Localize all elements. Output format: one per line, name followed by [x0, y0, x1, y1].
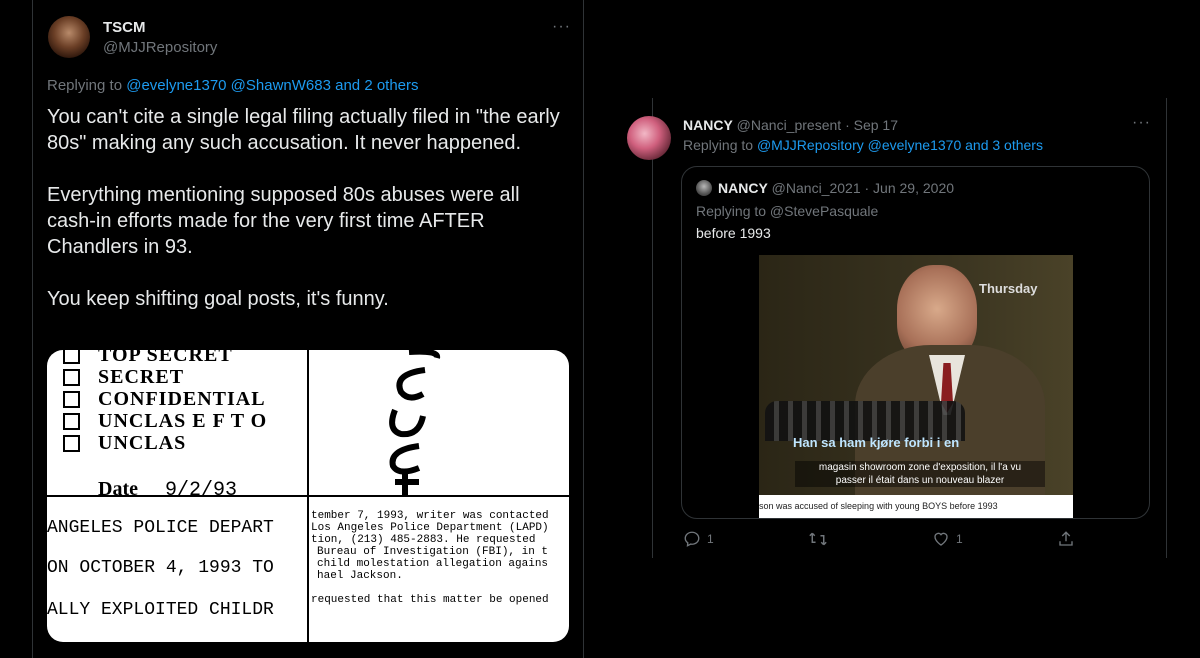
tweet-paragraph: You keep shifting goal posts, it's funny…	[47, 288, 389, 310]
date-value: 9/2/93	[164, 479, 237, 502]
retweet-button[interactable]	[808, 530, 828, 551]
quoted-date: · Jun 29, 2020	[864, 180, 955, 196]
ellipsis-icon[interactable]: ···	[552, 18, 571, 36]
video-caption-top: Han sa ham kjøre forbi i en	[793, 435, 960, 450]
quoted-author-name: NANCY	[718, 180, 768, 196]
tweet-paragraph: Everything mentioning supposed 80s abuse…	[47, 184, 520, 258]
handwritten-mark	[389, 350, 441, 495]
quoted-text: before 1993	[696, 225, 771, 241]
thread-line	[652, 98, 653, 558]
report-line: hael Jackson.	[317, 570, 403, 582]
share-button[interactable]	[1057, 530, 1075, 551]
tweet-text: You can't cite a single legal filing act…	[47, 104, 567, 338]
quoted-avatar	[696, 180, 712, 196]
classification-checkboxes: TOP SECRET SECRET CONFIDENTIAL UNCLAS E …	[63, 350, 267, 454]
subtitle-line: magasin showroom zone d'exposition, il l…	[818, 462, 1022, 473]
video-subtitle: magasin showroom zone d'exposition, il l…	[795, 461, 1045, 487]
report-line: requested that this matter be opened	[311, 594, 549, 606]
column-border-middle	[583, 0, 584, 658]
checkbox-label: SECRET	[98, 365, 185, 388]
avatar[interactable]	[627, 116, 671, 160]
replying-users-link[interactable]: @evelyne1370 @ShawnW683 and 2 others	[126, 77, 418, 94]
author-name[interactable]: TSCM	[103, 19, 146, 36]
checkbox-row: UNCLAS E F T O	[63, 410, 267, 432]
report-line: Los Angeles Police Department (LAPD)	[311, 522, 549, 534]
report-line: child molestation allegation agains	[317, 558, 549, 570]
author-name[interactable]: NANCY	[683, 117, 733, 133]
replying-prefix: Replying to	[683, 137, 757, 153]
like-count: 1	[956, 532, 963, 546]
checkbox-label: TOP SECRET	[98, 350, 233, 366]
report-line: tion, (213) 485-2883. He requested	[311, 534, 536, 546]
author-line: NANCY @Nanci_present · Sep 17	[683, 117, 898, 133]
quoted-replying-to: Replying to @StevePasquale	[696, 203, 879, 219]
subtitle-line: passer il était dans un nouveau blazer	[835, 475, 1005, 486]
report-line: tember 7, 1993, writer was contacted	[311, 510, 549, 522]
ellipsis-icon[interactable]: ···	[1132, 114, 1151, 132]
checkbox-label: CONFIDENTIAL	[98, 387, 266, 410]
replying-users-link[interactable]: @MJJRepository @evelyne1370 and 3 others	[757, 137, 1043, 153]
checkbox-label: UNCLAS E F T O	[98, 409, 268, 432]
like-button[interactable]: 1	[932, 530, 963, 548]
action-bar: 1 1	[683, 530, 1083, 550]
author-handle[interactable]: @MJJRepository	[103, 39, 217, 56]
quoted-author-line: NANCY @Nanci_2021 · Jun 29, 2020	[718, 180, 954, 196]
replying-to: Replying to @MJJRepository @evelyne1370 …	[683, 137, 1043, 153]
video-corner-label: Thursday	[979, 281, 1038, 296]
tweet-date[interactable]: · Sep 17	[845, 117, 898, 133]
checkbox-row: UNCLAS	[63, 432, 267, 454]
replying-to: Replying to @evelyne1370 @ShawnW683 and …	[47, 77, 419, 94]
checkbox-row: SECRET	[63, 366, 267, 388]
left-row: ALLY EXPLOITED CHILDR	[47, 600, 274, 620]
column-border-right	[1166, 98, 1167, 558]
column-border-left	[32, 0, 33, 658]
left-row: ANGELES POLICE DEPART	[47, 518, 274, 538]
tweet-paragraph: You can't cite a single legal filing act…	[47, 106, 560, 154]
author-handle[interactable]: @Nanci_present	[737, 117, 842, 133]
date-row: Date 9/2/93	[98, 478, 237, 502]
reply-count: 1	[707, 532, 714, 546]
reply-button[interactable]: 1	[683, 530, 714, 548]
checkbox-label: UNCLAS	[98, 431, 187, 454]
retweet-icon	[809, 532, 827, 546]
video-bottom-banner: son was accused of sleeping with young B…	[759, 495, 1073, 518]
report-text: tember 7, 1993, writer was contacted Los…	[311, 510, 569, 606]
video-thumbnail[interactable]: Thursday Han sa ham kjøre forbi i en mag…	[759, 255, 1073, 518]
avatar[interactable]	[48, 16, 90, 58]
horizontal-rule	[47, 495, 569, 497]
checkbox-row: TOP SECRET	[63, 350, 267, 366]
reply-icon	[684, 531, 700, 547]
checkbox-row: CONFIDENTIAL	[63, 388, 267, 410]
document-image[interactable]: TOP SECRET SECRET CONFIDENTIAL UNCLAS E …	[47, 350, 569, 642]
left-row: ON OCTOBER 4, 1993 TO	[47, 558, 274, 578]
share-icon	[1059, 531, 1073, 546]
replying-prefix: Replying to	[47, 77, 127, 94]
quoted-author-handle: @Nanci_2021	[771, 180, 861, 196]
heart-icon	[934, 532, 948, 546]
report-line: Bureau of Investigation (FBI), in t	[317, 546, 549, 558]
